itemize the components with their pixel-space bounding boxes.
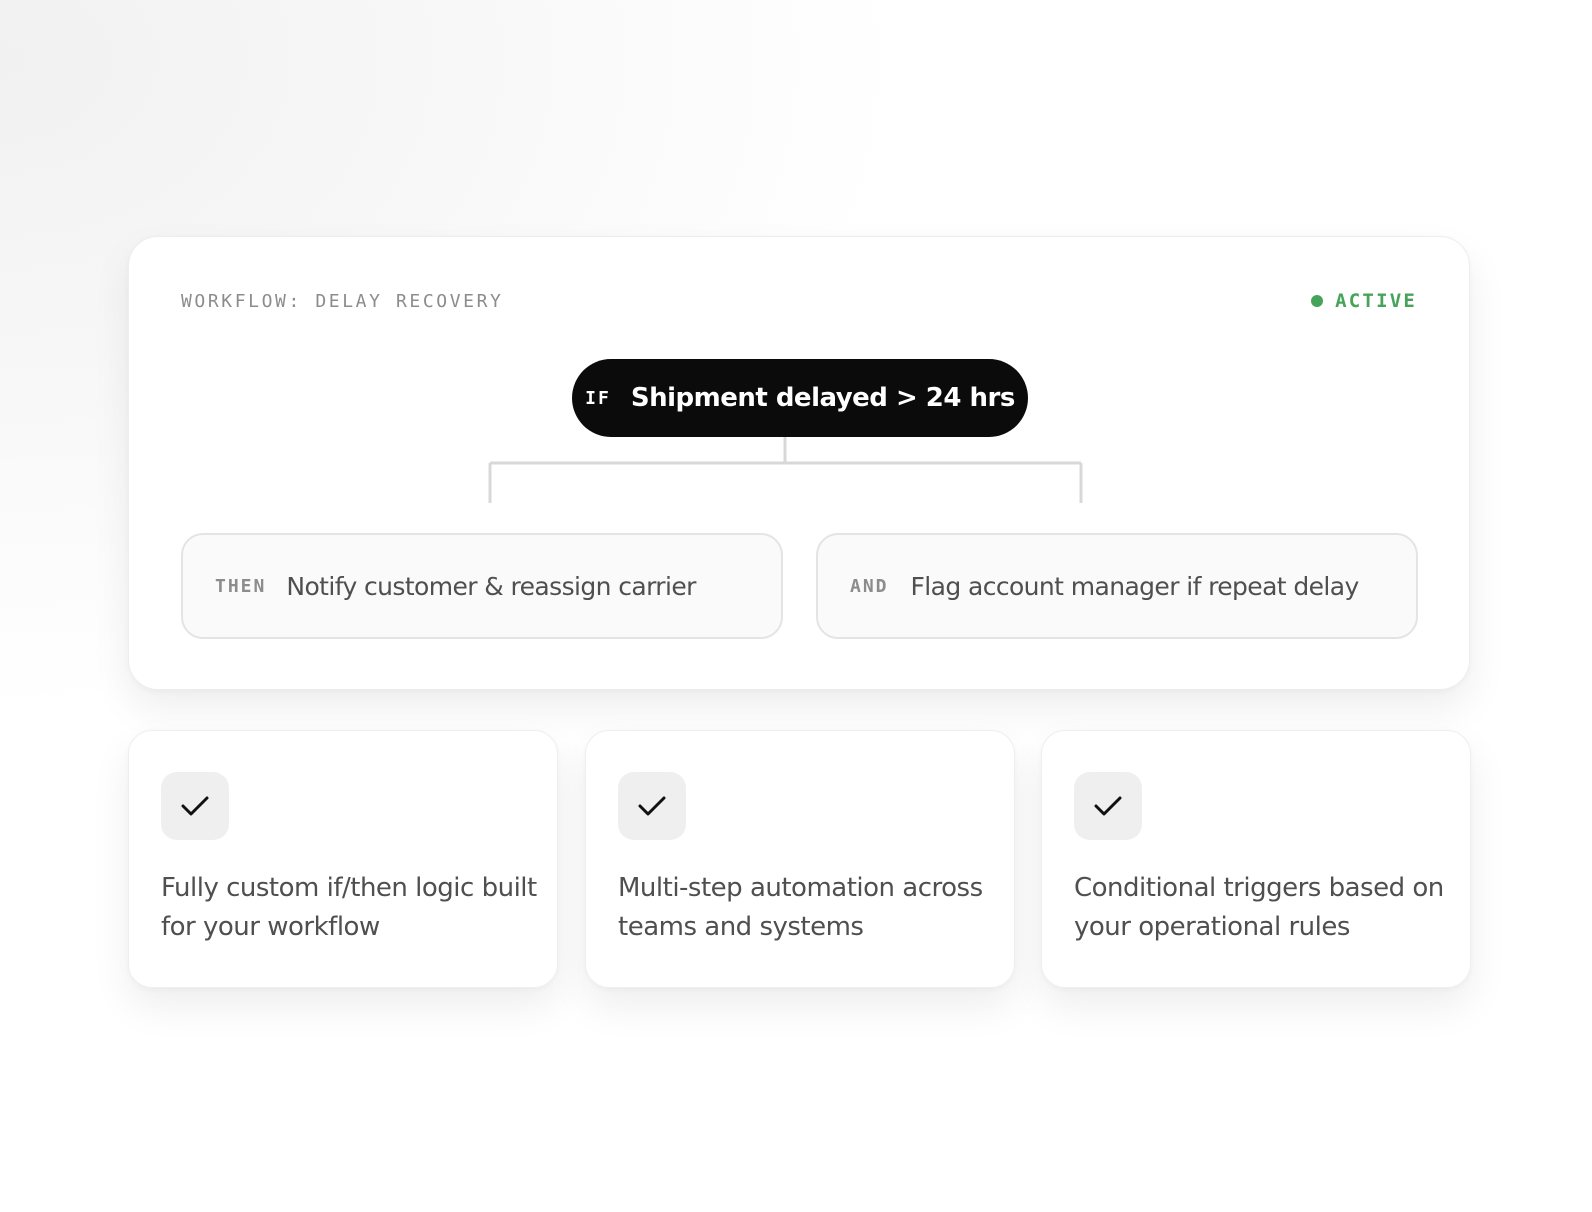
checkmark-icon — [1074, 772, 1142, 840]
feature-card: Fully custom if/then logic built for you… — [128, 730, 558, 988]
then-action-box[interactable]: THEN Notify customer & reassign carrier — [181, 533, 783, 639]
feature-card: Multi-step automation across teams and s… — [585, 730, 1015, 988]
and-keyword: AND — [850, 575, 889, 597]
and-action-text: Flag account manager if repeat delay — [910, 571, 1360, 601]
feature-text: Conditional triggers based on your opera… — [1074, 873, 1444, 942]
feature-text: Fully custom if/then logic built for you… — [161, 873, 537, 942]
feature-text: Multi-step automation across teams and s… — [618, 873, 983, 942]
feature-card: Conditional triggers based on your opera… — [1041, 730, 1471, 988]
then-keyword: THEN — [215, 575, 267, 597]
checkmark-icon — [161, 772, 229, 840]
then-action-text: Notify customer & reassign carrier — [286, 571, 696, 601]
and-action-box[interactable]: AND Flag account manager if repeat delay — [816, 533, 1418, 639]
branch-connector — [488, 437, 1083, 503]
workflow-card: WORKFLOW: DELAY RECOVERY ACTIVE IF Shipm… — [128, 236, 1470, 690]
checkmark-icon — [618, 772, 686, 840]
